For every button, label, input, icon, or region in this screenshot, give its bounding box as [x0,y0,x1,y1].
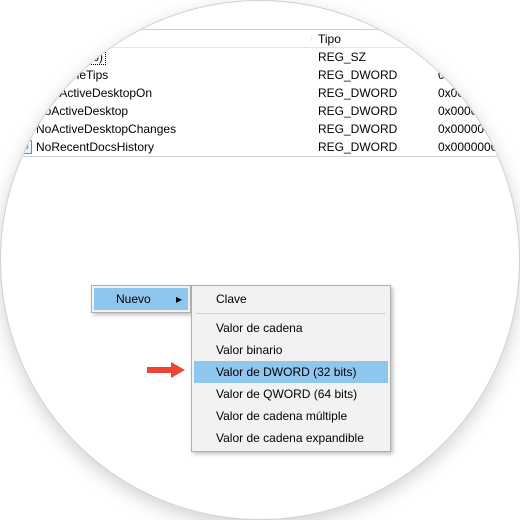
menu-item-valor-binario[interactable]: Valor binario [194,339,388,361]
row-name: NoActiveDesktop [36,104,128,118]
menu-item-clave[interactable]: Clave [194,288,388,310]
row-data: 0x00000000 [432,67,520,83]
circular-viewport: Tipo Datos eterminado)REG_SZ(valor noowO… [0,0,520,520]
row-name: owOnlineTips [36,68,108,82]
table-row[interactable]: NoActiveDesktopChanges REG_DWORD0x0000000… [12,120,520,138]
row-type: REG_DWORD [312,121,432,137]
context-menu-submenu: Clave Valor de cadena Valor binario Valo… [191,285,391,452]
row-data: 0x00000001 (1) [432,121,520,137]
column-header-data[interactable]: Datos [432,30,520,48]
string-value-icon [18,50,32,64]
table-row[interactable]: NoActiveDesktop REG_DWORD0x00000001 (1) [12,102,520,120]
column-header-row: Tipo Datos [12,30,520,48]
registry-rows: eterminado) REG_SZ(valor no owOnlineTips RE… [12,48,520,156]
row-data: 0x00000001 (1) [432,103,520,119]
menu-item-label: Valor de QWORD (64 bits) [216,387,357,401]
menu-item-valor-cadena[interactable]: Valor de cadena [194,317,388,339]
row-name: NoRecentDocsHistory [36,140,154,154]
menu-item-label: Valor de DWORD (32 bits) [216,365,356,379]
dword-value-icon [18,68,32,82]
dword-value-icon [18,122,32,136]
row-data: 0x00000000 (0) [432,139,520,155]
row-name: orceActiveDesktopOn [36,86,152,100]
table-row[interactable]: NoRecentDocsHistory REG_DWORD0x00000000 (… [12,138,520,156]
row-name: eterminado) [36,49,106,65]
row-type: REG_DWORD [312,85,432,101]
menu-item-valor-dword[interactable]: Valor de DWORD (32 bits) [194,361,388,383]
dword-value-icon [18,86,32,100]
row-type: REG_DWORD [312,103,432,119]
menu-item-label: Clave [216,292,247,306]
column-header-name[interactable] [12,37,312,41]
menu-separator [196,313,386,314]
row-data: 0x00000000 [432,85,520,101]
submenu-arrow-icon: ▸ [176,292,182,306]
dword-value-icon [18,140,32,154]
row-name: NoActiveDesktopChanges [36,122,176,136]
table-row[interactable]: eterminado) REG_SZ(valor no [12,48,520,66]
dword-value-icon [18,104,32,118]
table-row[interactable]: orceActiveDesktopOn REG_DWORD0x00000000 [12,84,520,102]
row-data: (valor no [432,49,520,65]
menu-item-valor-multi[interactable]: Valor de cadena múltiple [194,405,388,427]
menu-item-label: Valor binario [216,343,282,357]
context-menu-primary: Nuevo ▸ [91,285,191,313]
menu-item-valor-expandible[interactable]: Valor de cadena expandible [194,427,388,449]
annotation-arrow-icon [147,362,185,378]
menu-item-valor-qword[interactable]: Valor de QWORD (64 bits) [194,383,388,405]
menu-item-label: Nuevo [116,292,151,306]
menu-item-label: Valor de cadena [216,321,303,335]
row-type: REG_SZ [312,49,432,65]
menu-item-nuevo[interactable]: Nuevo ▸ [94,288,188,310]
menu-item-label: Valor de cadena expandible [216,431,364,445]
registry-list-pane: Tipo Datos eterminado)REG_SZ(valor noowO… [11,29,520,157]
row-type: REG_DWORD [312,67,432,83]
menu-item-label: Valor de cadena múltiple [216,409,347,423]
table-row[interactable]: owOnlineTips REG_DWORD0x00000000 [12,66,520,84]
column-header-type[interactable]: Tipo [312,30,432,48]
row-type: REG_DWORD [312,139,432,155]
